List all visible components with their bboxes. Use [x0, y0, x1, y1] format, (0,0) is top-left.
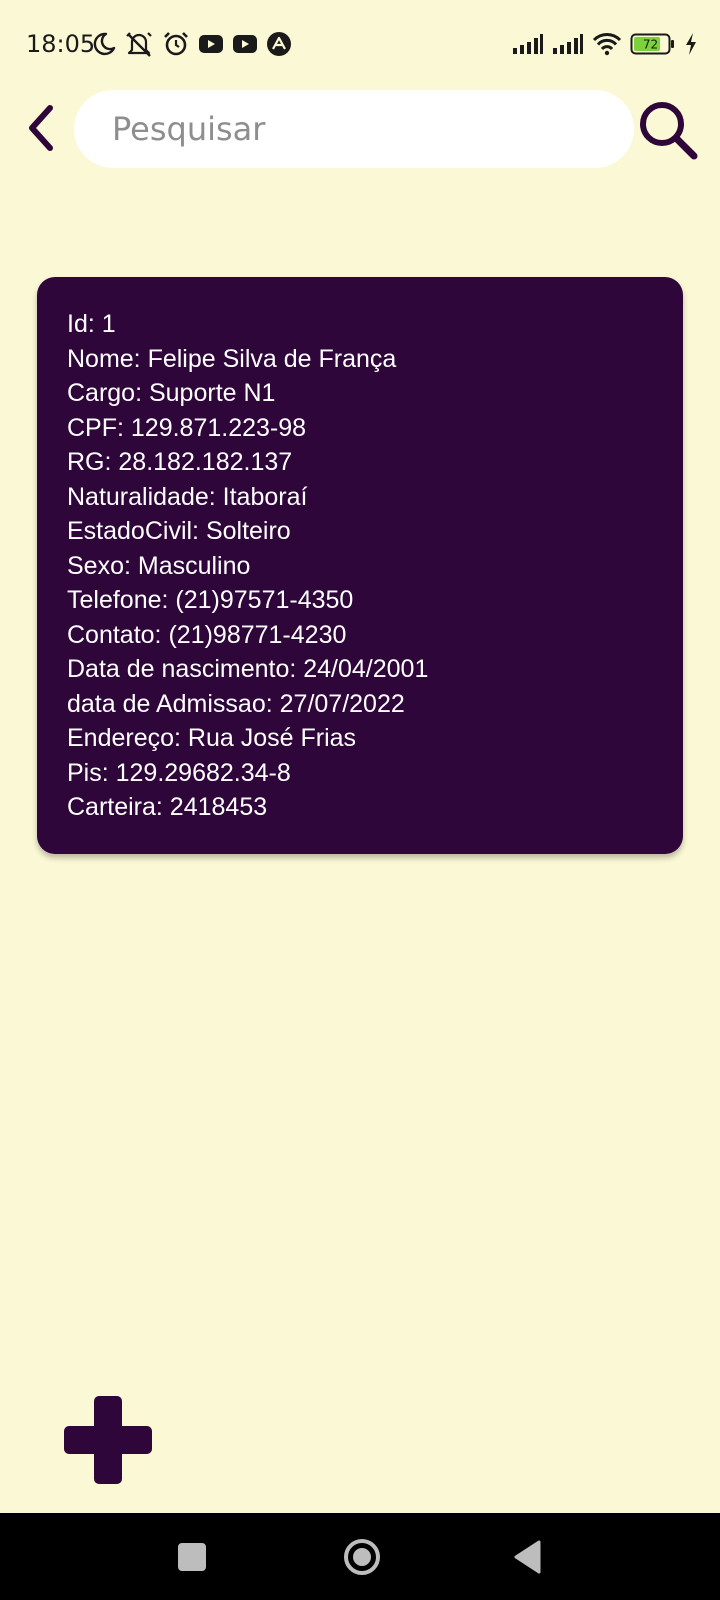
- record-field-cpf: CPF: 129.871.223-98: [67, 413, 307, 442]
- search-box[interactable]: [74, 90, 634, 168]
- record-field-sexo: Sexo: Masculino: [67, 551, 251, 580]
- moon-icon: [93, 32, 116, 56]
- employee-record-card[interactable]: Id: 1 Nome: Felipe Silva de França Cargo…: [37, 277, 683, 854]
- record-field-endereco: Endereço: Rua José Frias: [67, 724, 357, 752]
- record-field-rg: RG: 28.182.182.137: [67, 448, 293, 476]
- nav-back-button[interactable]: [512, 1539, 542, 1575]
- system-navigation-bar: [0, 1513, 720, 1600]
- alarm-clock-icon: [164, 32, 188, 56]
- back-button[interactable]: [14, 100, 70, 156]
- battery-icon: 72: [630, 33, 674, 55]
- recents-button[interactable]: [178, 1543, 206, 1571]
- add-button[interactable]: [64, 1396, 152, 1484]
- status-notification-icons: [92, 28, 292, 60]
- record-field-contato: Contato: (21)98771-4230: [67, 620, 347, 649]
- search-button[interactable]: [634, 96, 702, 164]
- alarm-off-icon: [126, 32, 152, 57]
- record-field-id: Id: 1: [67, 310, 116, 338]
- search-input[interactable]: [110, 109, 614, 149]
- record-field-nome: Nome: Felipe Silva de França: [67, 344, 397, 373]
- status-system-icons: 72: [512, 28, 698, 60]
- wifi-icon: [592, 33, 622, 56]
- record-field-estado-civil: EstadoCivil: Solteiro: [67, 517, 291, 545]
- home-button[interactable]: [342, 1537, 382, 1577]
- record-field-cargo: Cargo: Suporte N1: [67, 379, 276, 407]
- app-notification-icon: [267, 32, 291, 56]
- top-bar: [0, 88, 720, 168]
- chevron-left-icon: [29, 105, 53, 151]
- youtube-icon: [199, 35, 223, 53]
- record-field-telefone: Telefone: (21)97571-4350: [67, 586, 354, 614]
- record-field-data-admissao: data de Admissao: 27/07/2022: [67, 689, 405, 718]
- youtube-icon: [233, 35, 257, 53]
- charging-icon: [686, 33, 696, 55]
- battery-level: 72: [643, 38, 658, 52]
- signal-icon: [513, 34, 543, 54]
- status-time: 18:05: [26, 30, 96, 58]
- record-field-carteira: Carteira: 2418453: [67, 793, 268, 821]
- status-bar: 18:05 72: [0, 0, 720, 88]
- search-icon: [640, 102, 698, 160]
- record-field-data-nascimento: Data de nascimento: 24/04/2001: [67, 655, 429, 683]
- signal-icon: [553, 34, 583, 54]
- record-field-pis: Pis: 129.29682.34-8: [67, 758, 291, 787]
- record-field-naturalidade: Naturalidade: Itaboraí: [67, 482, 308, 511]
